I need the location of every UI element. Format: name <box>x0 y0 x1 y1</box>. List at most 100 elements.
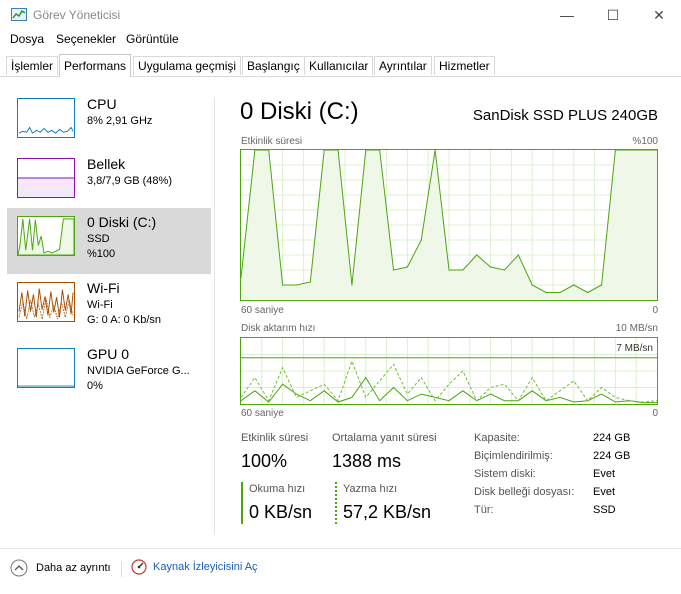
wifi-thumbnail <box>17 282 75 322</box>
property-system-disk-value: Evet <box>593 468 616 480</box>
tab-processes[interactable]: İşlemler <box>6 56 59 75</box>
tab-users[interactable]: Kullanıcılar <box>304 56 374 75</box>
title-bar[interactable]: Görev Yöneticisi — ☐ ✕ <box>0 0 681 30</box>
chevron-up-icon <box>10 559 28 577</box>
activity-point <box>600 284 603 286</box>
property-capacity-label: Kapasite: <box>474 432 520 444</box>
read-speed-label: Okuma hızı <box>249 483 306 495</box>
maximize-button[interactable]: ☐ <box>590 0 636 30</box>
activity-point <box>241 276 242 279</box>
activity-point <box>295 284 298 286</box>
activity-point <box>392 269 395 271</box>
sidebar-cpu-detail: 8% 2,91 GHz <box>87 115 153 127</box>
sidebar-wifi-adapter: Wi-Fi <box>87 299 113 311</box>
activity-point <box>282 284 284 286</box>
tab-services[interactable]: Hizmetler <box>434 56 495 75</box>
activity-point <box>337 150 339 151</box>
sidebar-gpu-usage: 0% <box>87 380 103 392</box>
transfer-graph <box>240 337 658 405</box>
sidebar-memory-detail: 3,8/7,9 GB (48%) <box>87 175 172 187</box>
read-speed-marker <box>241 482 243 524</box>
activity-point <box>628 150 630 151</box>
sidebar-item-cpu[interactable]: CPU 8% 2,91 GHz <box>7 90 211 156</box>
minimize-icon: — <box>560 7 574 23</box>
activity-graph <box>240 149 658 301</box>
activity-point <box>462 269 464 271</box>
fewer-details-button[interactable]: Daha az ayrıntı <box>10 559 111 577</box>
activity-point <box>351 284 353 286</box>
resource-monitor-link[interactable]: Kaynak İzleyicisini Aç <box>131 559 258 575</box>
activity-time-value: 100% <box>241 451 288 471</box>
tab-details[interactable]: Ayrıntılar <box>374 56 432 75</box>
activity-graph-max: %100 <box>632 136 658 147</box>
transfer-graph-label: Disk aktarım hızı <box>241 323 316 334</box>
menu-file[interactable]: Dosya <box>10 32 44 46</box>
activity-point <box>420 239 422 241</box>
activity-point <box>490 266 492 268</box>
activity-graph-x-right: 0 <box>652 305 658 316</box>
memory-thumbnail <box>17 158 75 198</box>
transfer-graph-x-right: 0 <box>652 408 658 419</box>
sidebar-item-wifi[interactable]: Wi-Fi Wi-Fi G: 0 A: 0 Kb/sn <box>7 274 211 340</box>
activity-point <box>365 150 367 151</box>
tab-startup[interactable]: Başlangıç <box>242 56 305 75</box>
window-title: Görev Yöneticisi <box>33 8 121 22</box>
activity-point <box>323 150 325 151</box>
fewer-details-label: Daha az ayrıntı <box>36 562 111 574</box>
read-speed-value: 0 KB/sn <box>249 502 313 522</box>
activity-point <box>503 269 506 271</box>
property-formatted-value: 224 GB <box>593 450 631 462</box>
activity-graph-label: Etkinlik süresi <box>241 136 303 147</box>
activity-point <box>448 269 450 271</box>
sidebar-divider <box>214 97 215 535</box>
activity-point <box>573 284 575 286</box>
activity-point <box>406 266 408 268</box>
sidebar-memory-title: Bellek <box>87 156 126 172</box>
activity-graph-x-left: 60 saniye <box>241 305 284 316</box>
maximize-icon: ☐ <box>606 6 620 23</box>
footer-separator <box>121 561 122 577</box>
sidebar-cpu-title: CPU <box>87 96 117 112</box>
activity-point <box>545 291 547 294</box>
activity-point <box>434 150 436 151</box>
close-icon: ✕ <box>653 6 665 23</box>
activity-point <box>309 281 311 283</box>
property-type-value: SSD <box>593 504 616 516</box>
sidebar-disk-usage: %100 <box>87 248 116 260</box>
menu-view[interactable]: Görüntüle <box>126 32 179 46</box>
sidebar-item-memory[interactable]: Bellek 3,8/7,9 GB (48%) <box>7 150 211 216</box>
write-speed-value: 57,2 KB/sn <box>343 502 432 522</box>
sidebar-gpu-model: NVIDIA GeForce G... <box>87 365 190 377</box>
tab-app-history[interactable]: Uygulama geçmişi <box>133 56 242 75</box>
gpu-thumbnail <box>17 348 75 388</box>
property-page-file-label: Disk belleği dosyası: <box>474 486 575 498</box>
transfer-graph-inner-label: 7 MB/sn <box>616 343 653 354</box>
activity-point <box>656 150 657 151</box>
sidebar-item-gpu[interactable]: GPU 0 NVIDIA GeForce G... 0% <box>7 340 211 406</box>
minimize-button[interactable]: — <box>544 0 590 30</box>
activity-point <box>254 150 256 151</box>
sidebar-wifi-title: Wi-Fi <box>87 280 120 296</box>
write-speed-marker <box>335 482 337 524</box>
footer: Daha az ayrıntı Kaynak İzleyicisini Aç <box>0 548 681 589</box>
menu-options[interactable]: Seçenekler <box>56 32 116 46</box>
activity-point <box>587 291 589 294</box>
activity-point <box>476 254 478 256</box>
activity-point <box>559 291 561 294</box>
activity-time-label: Etkinlik süresi <box>241 432 309 444</box>
property-page-file-value: Evet <box>593 486 616 498</box>
device-name: SanDisk SSD PLUS 240GB <box>472 107 658 124</box>
page-title: 0 Diski (C:) <box>240 98 359 125</box>
activity-point <box>268 150 270 151</box>
property-system-disk-label: Sistem diski: <box>474 468 536 480</box>
property-capacity-value: 224 GB <box>593 432 631 444</box>
transfer-graph-max: 10 MB/sn <box>615 323 658 334</box>
close-button[interactable]: ✕ <box>636 0 681 30</box>
activity-point <box>642 150 644 151</box>
cpu-thumbnail <box>17 98 75 138</box>
activity-point <box>517 254 519 256</box>
sidebar-item-disk[interactable]: 0 Diski (C:) SSD %100 <box>7 208 211 274</box>
sidebar-gpu-title: GPU 0 <box>87 346 130 362</box>
task-manager-icon <box>11 8 27 21</box>
tab-performance[interactable]: Performans <box>59 54 132 77</box>
